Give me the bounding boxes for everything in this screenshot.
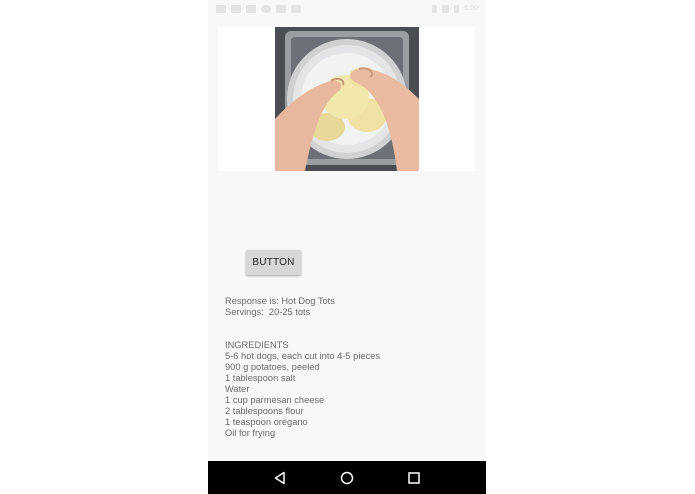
back-button[interactable]	[272, 470, 288, 486]
status-system: 6:00	[432, 4, 478, 13]
action-button[interactable]: BUTTON	[246, 250, 301, 275]
battery-icon	[454, 4, 460, 13]
status-time: 6:00	[464, 5, 478, 12]
notification-icon	[231, 4, 241, 13]
ingredient-item: 900 g potatoes, peeled	[225, 362, 320, 372]
notification-icon	[246, 4, 256, 13]
ingredient-item: Water	[225, 384, 250, 394]
status-bar: 6:00	[208, 0, 486, 17]
ingredient-item: Oil for frying	[225, 428, 276, 438]
recents-button[interactable]	[406, 470, 422, 486]
bluetooth-icon	[432, 4, 438, 13]
status-notifications	[216, 4, 301, 13]
response-title: Response is: Hot Dog Tots	[225, 296, 335, 306]
recipe-photo-image	[275, 27, 419, 171]
recipe-photo	[275, 27, 419, 171]
phone-screen: 6:00 BUTTON Response is: Hot Dog Tots Se…	[208, 0, 486, 494]
navigation-bar	[208, 461, 486, 494]
recents-square-icon	[408, 471, 421, 484]
back-triangle-icon	[274, 471, 285, 484]
ingredient-item: 1 cup parmesan cheese	[225, 395, 325, 405]
notification-icon	[291, 4, 301, 13]
ingredients-heading: INGREDIENTS	[225, 340, 289, 350]
wifi-icon	[442, 4, 450, 13]
servings-text: Servings: 20-25 tots	[225, 307, 311, 317]
notification-icon	[276, 4, 286, 13]
ingredient-item: 5-6 hot dogs, each cut into 4-5 pieces	[225, 351, 381, 361]
ingredient-item: 1 teaspoon oregano	[225, 417, 308, 427]
notification-icon	[216, 4, 226, 13]
messenger-icon	[261, 4, 271, 13]
media-card	[218, 27, 475, 171]
ingredient-item: 2 tablespoons flour	[225, 406, 304, 416]
recipe-response: Response is: Hot Dog Tots Servings: 20-2…	[225, 296, 475, 439]
home-circle-icon	[340, 471, 354, 484]
home-button[interactable]	[339, 470, 355, 486]
ingredient-item: 1 tablespoon salt	[225, 373, 296, 383]
